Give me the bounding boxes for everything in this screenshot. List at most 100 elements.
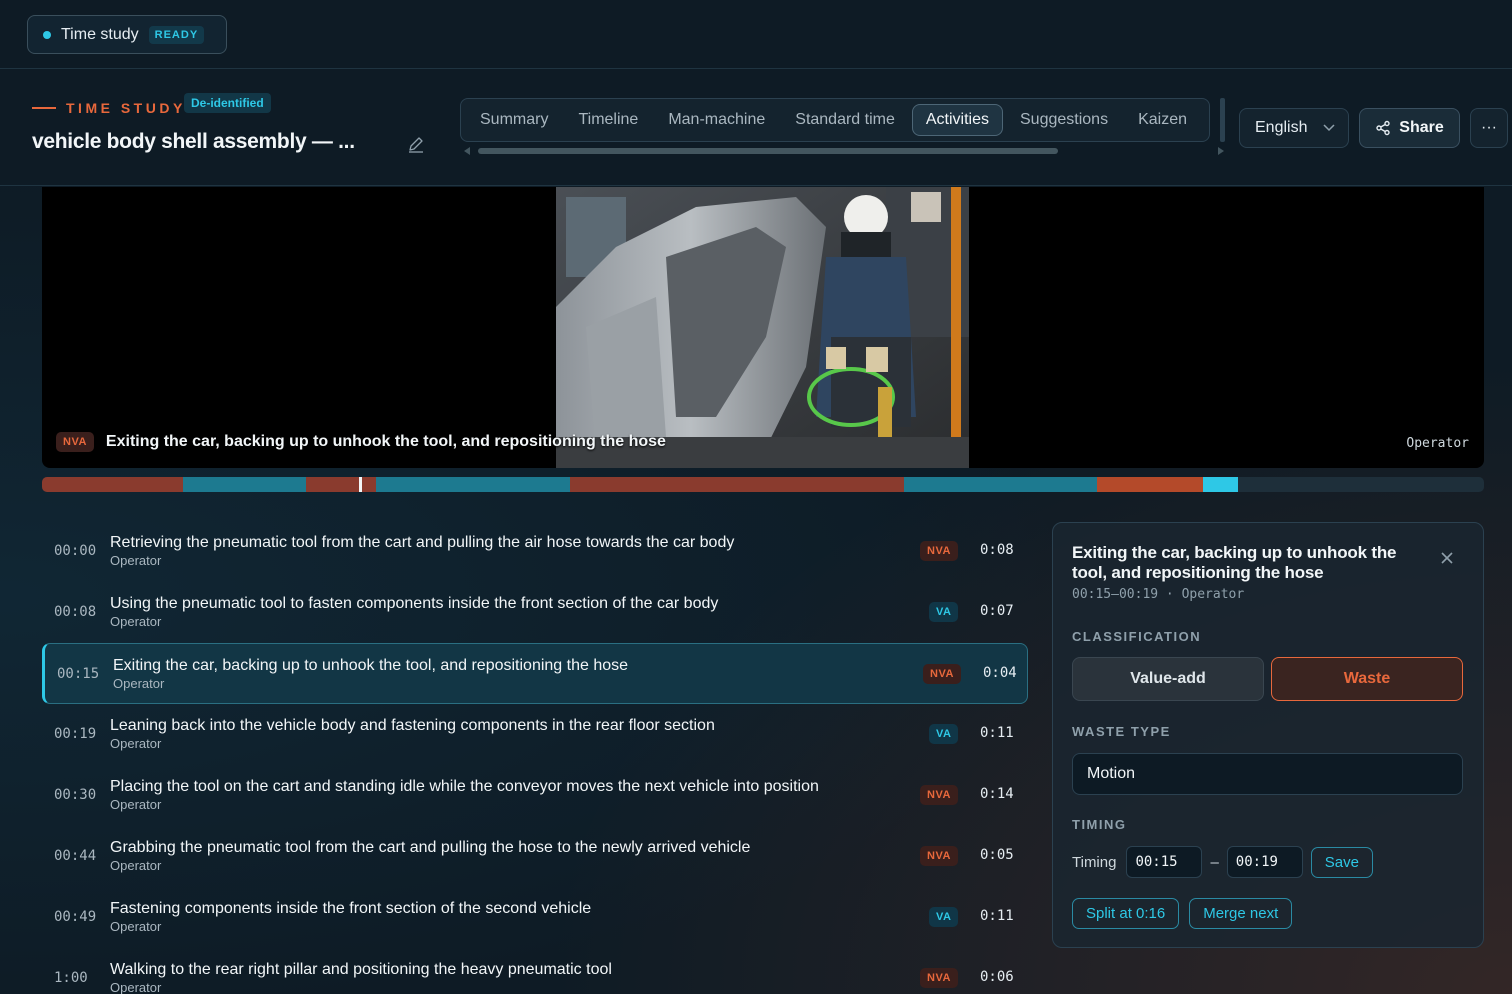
panel-title: Exiting the car, backing up to unhook th… [1072, 543, 1397, 582]
activity-duration: 0:14 [980, 786, 1014, 802]
waste-type-heading: WASTE TYPE [1072, 724, 1171, 739]
start-time-input[interactable]: 00:15 [1126, 846, 1203, 878]
timing-row: Timing 00:15 – 00:19 Save [1072, 846, 1373, 878]
activity-operator: Operator [113, 676, 165, 691]
ready-badge: READY [148, 25, 205, 44]
activity-type-badge: NVA [920, 846, 958, 866]
panel-meta: 00:15–00:19 · Operator [1072, 587, 1245, 602]
language-select[interactable]: English [1239, 108, 1349, 148]
activity-row[interactable]: 00:15 Exiting the car, backing up to unho… [42, 643, 1028, 704]
activity-row[interactable]: 00:19 Leaning back into the vehicle body … [42, 704, 1028, 765]
status-dot-icon [43, 30, 51, 39]
video-frame [556, 187, 969, 468]
timeline-segment[interactable] [569, 477, 904, 492]
activity-row[interactable]: 1:00 Walking to the rear right pillar and… [42, 948, 1028, 994]
activity-description: Using the pneumatic tool to fasten compo… [110, 595, 719, 612]
eyebrow: TIME STUDY [32, 100, 186, 116]
more-options-button[interactable]: ··· [1470, 108, 1508, 148]
activity-row[interactable]: 00:08 Using the pneumatic tool to fasten … [42, 582, 1028, 643]
activity-row[interactable]: 00:44 Grabbing the pneumatic tool from th… [42, 826, 1028, 887]
activity-description: Fastening components inside the front se… [110, 900, 592, 917]
activity-timeline[interactable] [42, 477, 1484, 492]
eyebrow-dash [32, 107, 56, 109]
pencil-icon[interactable] [406, 134, 426, 154]
activity-operator: Operator [110, 919, 162, 934]
timeline-segment[interactable] [1097, 477, 1203, 492]
activity-operator: Operator [110, 614, 162, 629]
activity-start-time: 00:49 [54, 909, 97, 925]
timeline-segment[interactable] [182, 477, 306, 492]
tab-timeline[interactable]: Timeline [565, 105, 651, 135]
save-timing-button[interactable]: Save [1310, 846, 1373, 878]
activity-start-time: 1:00 [54, 970, 88, 986]
end-time-input[interactable]: 00:19 [1226, 846, 1303, 878]
activity-start-time: 00:30 [54, 787, 97, 803]
activity-type-badge: VA [929, 602, 959, 622]
study-title: vehicle body shell assembly — ... [32, 130, 355, 153]
timing-heading: TIMING [1072, 817, 1127, 832]
activity-operator: Operator [110, 797, 162, 812]
language-value: English [1255, 119, 1308, 136]
activity-row[interactable]: 00:00 Retrieving the pneumatic tool from … [42, 521, 1028, 582]
timeline-segment[interactable] [305, 477, 377, 492]
operator-tag: Operator [1406, 436, 1469, 451]
activity-operator: Operator [110, 736, 162, 751]
more-icon: ··· [1481, 119, 1497, 136]
timing-label: Timing [1072, 853, 1117, 871]
timeline-segment[interactable] [376, 477, 570, 492]
view-tabs: Summary Timeline Man-machine Standard time A… [460, 98, 1210, 142]
classification-heading: CLASSIFICATION [1072, 629, 1202, 644]
activity-description: Retrieving the pneumatic tool from the c… [110, 534, 735, 551]
activity-start-time: 00:00 [54, 543, 97, 559]
tab-kaizen[interactable]: Kaizen [1125, 105, 1200, 135]
scrollbar-thumb[interactable] [478, 148, 1058, 154]
timeline-segment[interactable] [903, 477, 1098, 492]
close-icon[interactable] [1438, 549, 1456, 567]
activity-operator: Operator [110, 858, 162, 873]
activity-start-time: 00:08 [54, 604, 97, 620]
chevron-down-icon [1323, 124, 1336, 132]
segment-actions: Split at 0:16 Merge next [1072, 898, 1293, 929]
timeline-segment[interactable] [42, 477, 183, 492]
tab-activities[interactable]: Activities [911, 104, 1003, 136]
study-header: TIME STUDY De-identified vehicle body sh… [0, 70, 1512, 186]
activity-start-time: 00:15 [57, 666, 100, 682]
tab-summary[interactable]: Summary [467, 105, 561, 135]
tab-standard-time[interactable]: Standard time [782, 105, 908, 135]
playhead-marker[interactable] [358, 477, 362, 492]
share-button[interactable]: Share [1359, 108, 1460, 148]
caption-text: Exiting the car, backing up to unhook th… [105, 433, 666, 450]
study-status-pill[interactable]: Time study READY [27, 15, 227, 54]
scroll-right-icon[interactable] [1218, 147, 1224, 155]
activity-start-time: 00:44 [54, 848, 97, 864]
caption-nva-badge: NVA [56, 432, 94, 452]
timeline-segment[interactable] [1202, 477, 1238, 492]
share-icon [1376, 120, 1390, 136]
scroll-left-icon[interactable] [464, 147, 470, 155]
merge-next-button[interactable]: Merge next [1189, 898, 1293, 929]
activity-duration: 0:07 [980, 603, 1014, 619]
top-bar: Time study READY [0, 0, 1512, 69]
tabs-scrollbar[interactable] [464, 146, 1224, 156]
activity-type-badge: VA [929, 907, 959, 927]
activity-row[interactable]: 00:30 Placing the tool on the cart and st… [42, 765, 1028, 826]
activity-list: 00:00 Retrieving the pneumatic tool from … [42, 521, 1028, 994]
tab-suggestions[interactable]: Suggestions [1007, 105, 1121, 135]
value-add-button[interactable]: Value-add [1072, 657, 1264, 701]
activity-operator: Operator [110, 980, 162, 994]
tab-man-machine[interactable]: Man-machine [655, 105, 778, 135]
activity-operator: Operator [110, 553, 162, 568]
activity-description: Grabbing the pneumatic tool from the car… [110, 839, 751, 856]
activity-description: Placing the tool on the cart and standin… [110, 778, 819, 795]
video-player[interactable]: NVA Exiting the car, backing up to unhoo… [42, 187, 1484, 468]
eyebrow-text: TIME STUDY [66, 100, 186, 116]
waste-type-select[interactable]: Motion [1072, 753, 1463, 795]
waste-button[interactable]: Waste [1271, 657, 1463, 701]
activity-description: Walking to the rear right pillar and pos… [110, 961, 612, 978]
activity-type-badge: VA [929, 724, 959, 744]
activity-duration: 0:11 [980, 725, 1014, 741]
activity-row[interactable]: 00:49 Fastening components inside the fro… [42, 887, 1028, 948]
deidentified-badge: De-identified [184, 93, 271, 113]
split-button[interactable]: Split at 0:16 [1072, 898, 1180, 929]
activity-duration: 0:11 [980, 908, 1014, 924]
